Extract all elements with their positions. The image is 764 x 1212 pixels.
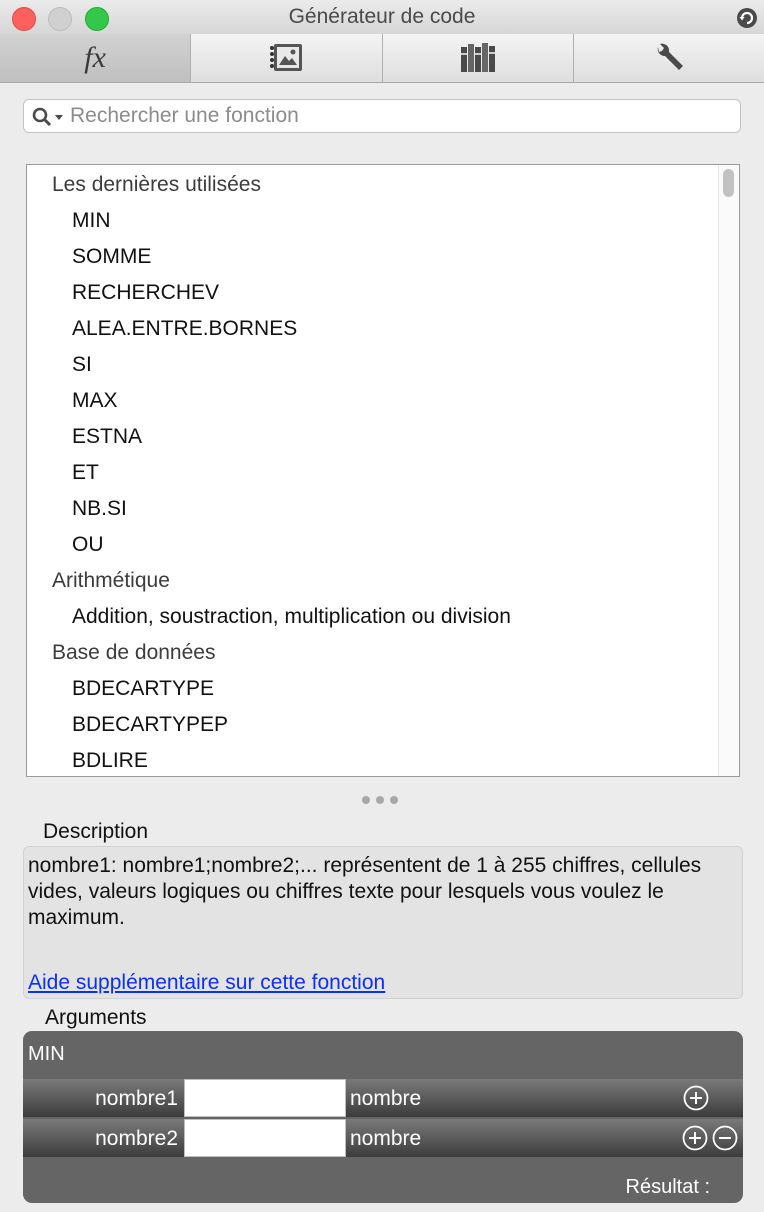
description-text: nombre1: nombre1;nombre2;... représenten… — [28, 854, 702, 929]
function-fx-icon: fx — [84, 41, 106, 74]
argument-type: nombre — [350, 1127, 422, 1150]
media-browser-icon — [270, 44, 303, 71]
function-list-item[interactable]: BDECARTYPEP — [27, 707, 719, 743]
refresh-icon[interactable] — [736, 7, 758, 29]
category-header[interactable]: Arithmétique — [27, 563, 719, 599]
function-list-item[interactable]: SOMME — [27, 239, 719, 275]
argument-row: nombre2 nombre — [23, 1119, 743, 1157]
help-link[interactable]: Aide supplémentaire sur cette fonction — [28, 971, 385, 995]
function-list-item[interactable]: OU — [27, 527, 719, 563]
function-list-item[interactable]: SI — [27, 347, 719, 383]
function-list-item[interactable]: ESTNA — [27, 419, 719, 455]
function-list-item[interactable]: BDECARTYPE — [27, 671, 719, 707]
argument-type: nombre — [350, 1087, 422, 1110]
argument-name: nombre1 — [95, 1087, 178, 1110]
function-list-item[interactable]: RECHERCHEV — [27, 275, 719, 311]
splitter-dot — [376, 796, 384, 804]
function-list-item[interactable]: Addition, soustraction, multiplication o… — [27, 599, 719, 635]
function-list-item[interactable]: ALEA.ENTRE.BORNES — [27, 311, 719, 347]
search-icon — [32, 107, 63, 127]
window-title: Générateur de code — [288, 5, 476, 28]
description-label: Description — [43, 820, 149, 843]
category-header[interactable]: Base de données — [27, 635, 719, 671]
tab-library[interactable] — [382, 34, 574, 82]
category-header[interactable]: Les dernières utilisées — [27, 167, 719, 203]
function-list-item[interactable]: BDLIRE — [27, 743, 719, 776]
search-input[interactable] — [70, 100, 730, 132]
list-scrollbar[interactable] — [718, 165, 739, 776]
add-argument-plus-icon[interactable] — [682, 1125, 708, 1151]
argument-value-input[interactable] — [184, 1079, 346, 1117]
result-label: Résultat : — [625, 1176, 710, 1198]
argument-value-input[interactable] — [184, 1119, 346, 1157]
tab-functions[interactable]: fx — [0, 34, 192, 82]
function-list-item[interactable]: NB.SI — [27, 491, 719, 527]
tab-tools[interactable] — [573, 34, 764, 82]
wrench-icon — [657, 43, 683, 70]
tab-media[interactable] — [191, 34, 383, 82]
library-books-icon — [460, 43, 495, 72]
function-list[interactable]: Les dernières utilisées MIN SOMME RECHERCHE… — [26, 164, 740, 777]
scrollbar-thumb[interactable] — [723, 169, 734, 197]
argument-row: nombre1 nombre — [23, 1079, 743, 1117]
arguments-label: Arguments — [45, 1006, 147, 1029]
function-list-content: Les dernières utilisées MIN SOMME RECHERCHE… — [27, 167, 719, 776]
function-list-item[interactable]: ET — [27, 455, 719, 491]
function-list-item[interactable]: MIN — [27, 203, 719, 239]
add-argument-plus-icon[interactable] — [683, 1085, 709, 1111]
function-list-item[interactable]: MAX — [27, 383, 719, 419]
splitter-dot — [362, 796, 370, 804]
remove-argument-minus-icon[interactable] — [712, 1125, 738, 1151]
toolbar-tabs: fx — [0, 34, 764, 83]
argument-function-name: MIN — [28, 1043, 65, 1065]
resize-handle[interactable] — [362, 796, 398, 804]
description-box: nombre1: nombre1;nombre2;... représenten… — [23, 846, 743, 999]
splitter-dot — [390, 796, 398, 804]
argument-name: nombre2 — [95, 1127, 178, 1150]
title-bar: Générateur de code — [0, 0, 764, 34]
search-field[interactable] — [23, 99, 741, 133]
arguments-panel: MIN nombre1 nombre nombre2 nombre Résult… — [23, 1031, 743, 1203]
